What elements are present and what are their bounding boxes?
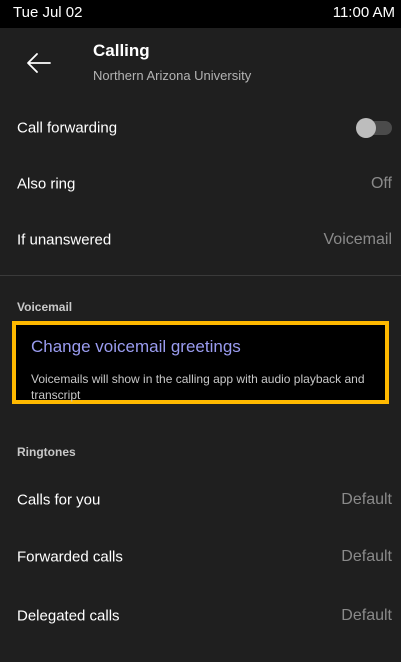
also-ring-row[interactable]: Also ring Off (0, 156, 401, 212)
also-ring-label: Also ring (17, 175, 76, 193)
call-forwarding-toggle[interactable] (356, 118, 392, 138)
call-forwarding-label: Call forwarding (17, 119, 118, 137)
if-unanswered-value: Voicemail (323, 231, 392, 248)
ringtones-section-header: Ringtones (17, 445, 76, 459)
status-bar: Tue Jul 02 11:00 AM (0, 0, 401, 28)
delegated-calls-label: Delegated calls (17, 607, 120, 625)
if-unanswered-label: If unanswered (17, 231, 112, 249)
if-unanswered-row[interactable]: If unanswered Voicemail (0, 212, 401, 268)
delegated-calls-row[interactable]: Delegated calls Default (0, 588, 401, 644)
settings-list: Call forwarding Also ring Off If unanswe… (0, 100, 401, 662)
calls-for-you-row[interactable]: Calls for you Default (0, 472, 401, 528)
change-voicemail-greetings-item[interactable]: Change voicemail greetings Voicemails wi… (12, 321, 389, 404)
voicemail-section-header: Voicemail (17, 300, 73, 314)
forwarded-calls-label: Forwarded calls (17, 548, 123, 566)
back-button[interactable] (22, 46, 56, 80)
call-forwarding-row[interactable]: Call forwarding (0, 100, 401, 156)
change-voicemail-greetings-link[interactable]: Change voicemail greetings (31, 337, 241, 357)
delegated-calls-value: Default (341, 607, 392, 624)
calls-for-you-value: Default (341, 491, 392, 508)
voicemail-description: Voicemails will show in the calling app … (31, 372, 365, 402)
page-title: Calling (93, 41, 150, 60)
status-date: Tue Jul 02 (13, 4, 83, 21)
section-divider (0, 275, 401, 276)
forwarded-calls-row[interactable]: Forwarded calls Default (0, 529, 401, 585)
arrow-left-icon (27, 53, 51, 73)
forwarded-calls-value: Default (341, 548, 392, 565)
page-header: Calling Northern Arizona University (0, 28, 401, 100)
page-subtitle: Northern Arizona University (93, 68, 252, 83)
also-ring-value: Off (370, 175, 392, 192)
calls-for-you-label: Calls for you (17, 491, 101, 509)
status-time: 11:00 AM (332, 4, 395, 21)
toggle-knob (356, 118, 376, 138)
